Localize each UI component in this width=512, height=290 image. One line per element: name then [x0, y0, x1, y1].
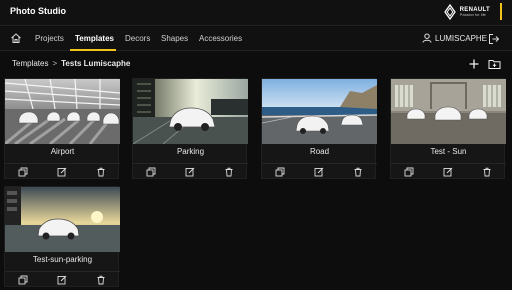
- top-bar: Photo Studio RENAULT Passion for life: [0, 0, 512, 26]
- duplicate-icon[interactable]: [404, 167, 414, 177]
- edit-icon[interactable]: [57, 275, 67, 285]
- edit-icon[interactable]: [443, 167, 453, 177]
- breadcrumb-separator: >: [52, 59, 58, 68]
- template-thumbnail[interactable]: [391, 79, 506, 144]
- trash-icon[interactable]: [482, 167, 492, 177]
- breadcrumb-root[interactable]: Templates: [12, 59, 48, 68]
- folder-plus-icon[interactable]: [488, 58, 501, 70]
- nav-shapes[interactable]: Shapes: [161, 34, 188, 43]
- home-icon[interactable]: [10, 32, 22, 44]
- renault-logo-icon: [443, 4, 456, 20]
- card-actions: [133, 163, 248, 179]
- card-actions: [5, 163, 120, 179]
- user-icon: [422, 33, 432, 43]
- template-card-test-sun-parking[interactable]: Test-sun-parking: [4, 186, 120, 287]
- duplicate-icon[interactable]: [275, 167, 285, 177]
- template-label: Airport: [50, 147, 75, 156]
- template-card-road[interactable]: Road: [261, 78, 377, 179]
- card-actions: [391, 163, 506, 179]
- trash-icon[interactable]: [96, 167, 106, 177]
- trash-icon[interactable]: [224, 167, 234, 177]
- template-thumbnail[interactable]: [5, 187, 120, 252]
- template-label: Test-sun-parking: [32, 255, 93, 264]
- trash-icon[interactable]: [353, 167, 363, 177]
- template-thumbnail[interactable]: [5, 79, 120, 144]
- main-nav: Projects Templates Decors Shapes Accesso…: [0, 27, 512, 51]
- nav-accessories[interactable]: Accessories: [199, 34, 242, 43]
- logout-icon[interactable]: [488, 33, 500, 45]
- user-menu[interactable]: LUMISCAPHE: [422, 33, 487, 43]
- template-label: Test - Sun: [430, 147, 467, 156]
- breadcrumb: Templates > Tests Lumiscaphe: [12, 59, 130, 68]
- duplicate-icon[interactable]: [18, 275, 28, 285]
- template-card-test-sun[interactable]: Test - Sun: [390, 78, 506, 179]
- nav-templates[interactable]: Templates: [75, 34, 114, 43]
- brand-accent-bar: [500, 3, 502, 20]
- template-card-airport[interactable]: Airport: [4, 78, 120, 179]
- duplicate-icon[interactable]: [146, 167, 156, 177]
- nav-decors[interactable]: Decors: [125, 34, 150, 43]
- edit-icon[interactable]: [185, 167, 195, 177]
- card-actions: [5, 271, 120, 287]
- template-card-parking[interactable]: Parking: [132, 78, 248, 179]
- template-label: Road: [309, 147, 330, 156]
- user-name: LUMISCAPHE: [435, 33, 488, 43]
- nav-projects[interactable]: Projects: [35, 34, 64, 43]
- app-title: Photo Studio: [10, 6, 66, 16]
- edit-icon[interactable]: [314, 167, 324, 177]
- active-tab-indicator: [70, 49, 116, 51]
- breadcrumb-current: Tests Lumiscaphe: [61, 59, 131, 68]
- trash-icon[interactable]: [96, 275, 106, 285]
- plus-icon[interactable]: [468, 58, 480, 70]
- duplicate-icon[interactable]: [18, 167, 28, 177]
- card-actions: [262, 163, 377, 179]
- template-thumbnail[interactable]: [262, 79, 377, 144]
- template-label: Parking: [176, 147, 205, 156]
- brand: RENAULT Passion for life: [443, 2, 490, 22]
- brand-tagline: Passion for life: [459, 12, 486, 17]
- edit-icon[interactable]: [57, 167, 67, 177]
- template-thumbnail[interactable]: [133, 79, 248, 144]
